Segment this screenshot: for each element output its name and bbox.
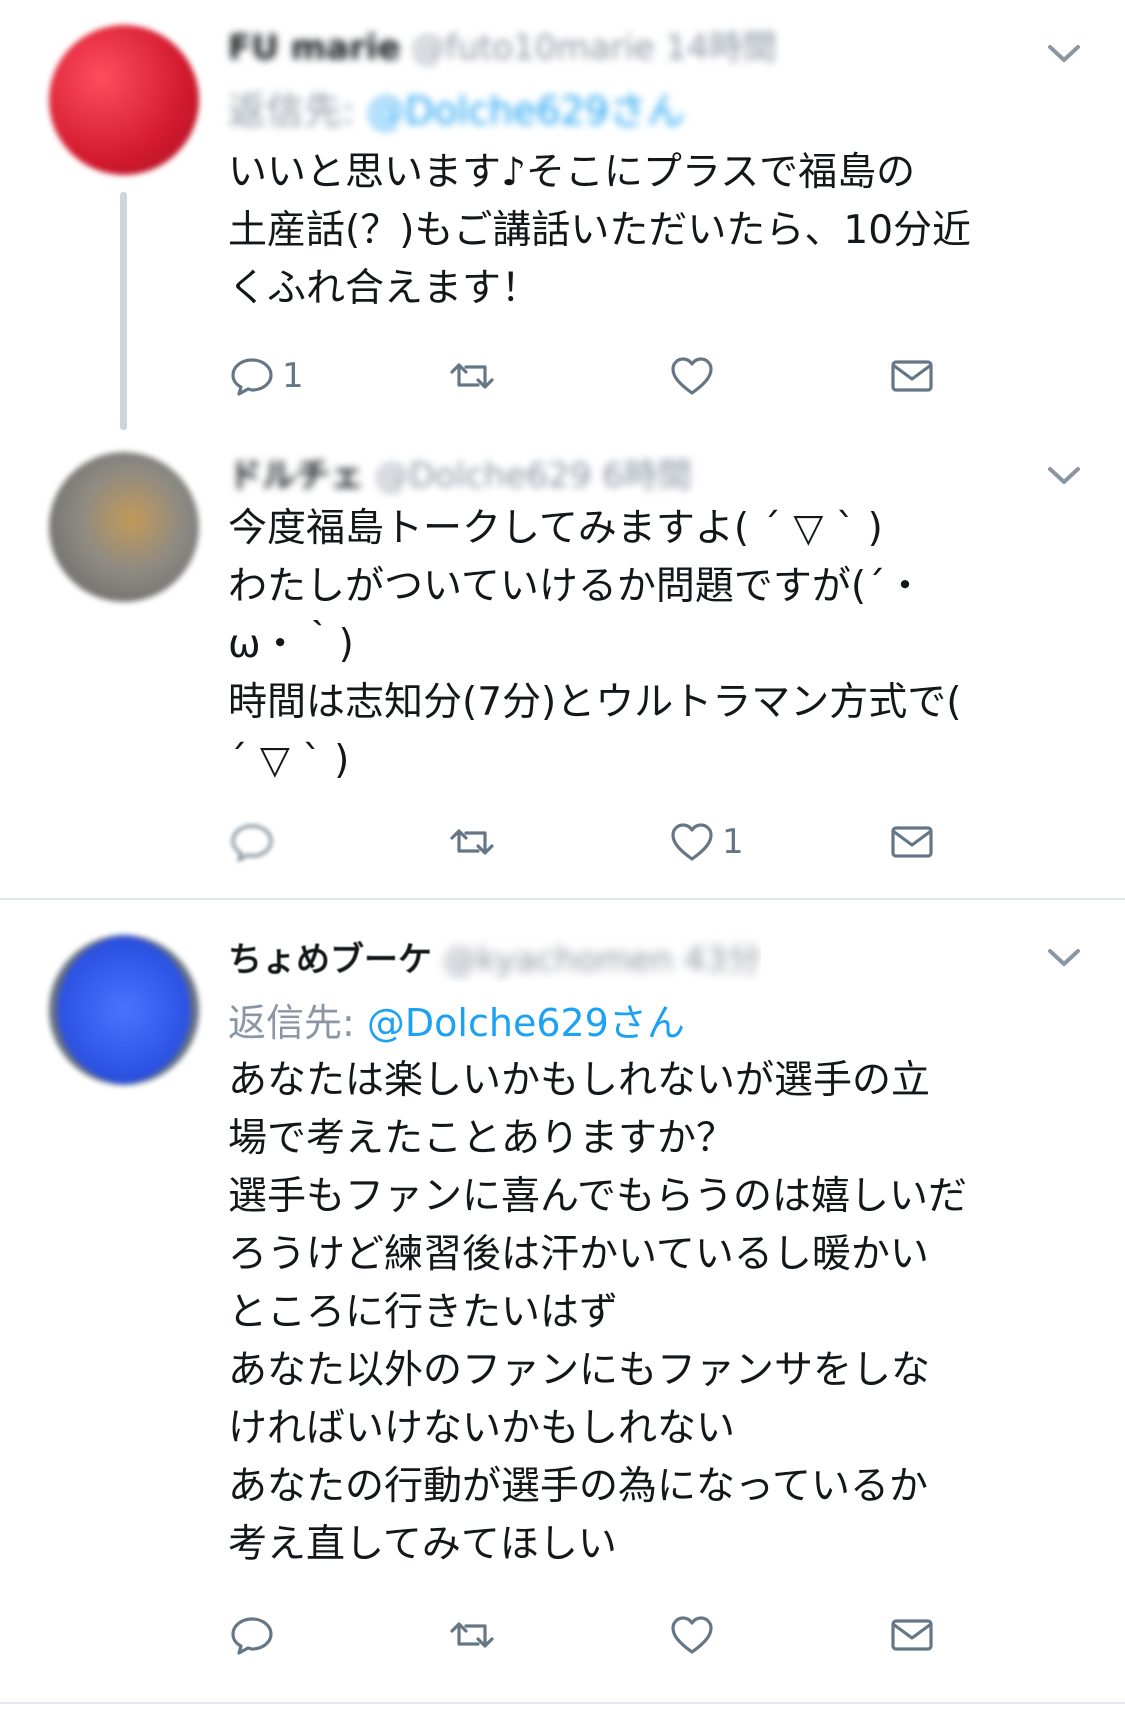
avatar[interactable] bbox=[49, 452, 199, 602]
dm-button[interactable] bbox=[888, 1611, 936, 1659]
display-name[interactable]: ちょめブーケ bbox=[228, 940, 432, 980]
reply-button[interactable] bbox=[228, 1611, 282, 1659]
dm-button[interactable] bbox=[888, 818, 936, 866]
tweet-3[interactable]: ちょめブーケ @kyachomen 43分 返信先: @Dolche629さん … bbox=[0, 900, 1125, 1700]
tweet-header: FU marie @futo10marie 14時間 bbox=[228, 20, 777, 70]
timestamp[interactable]: 6時間 bbox=[602, 456, 692, 496]
reply-icon bbox=[231, 824, 273, 862]
tweet-text: 今度福島トークしてみますよ( ´ ▽ ` ) わたしがついていけるか問題ですが(… bbox=[228, 506, 962, 783]
reply-button[interactable] bbox=[228, 818, 282, 866]
reply-to-handle[interactable]: @Dolche629さん bbox=[367, 1001, 685, 1045]
tweet-text: いいと思います♪そこにプラスで福島の 土産話(？)もご講話いただいたら、10分近… bbox=[228, 150, 972, 311]
like-button[interactable] bbox=[668, 1611, 722, 1659]
reply-icon bbox=[231, 358, 273, 396]
tweet-actions: 1 bbox=[228, 352, 988, 400]
reply-label: 返信先: bbox=[228, 1001, 355, 1045]
username[interactable]: @Dolche629 bbox=[375, 456, 591, 496]
dm-icon bbox=[891, 360, 933, 392]
tweet-actions: 1 bbox=[228, 818, 988, 866]
avatar[interactable] bbox=[49, 935, 199, 1085]
retweet-icon bbox=[450, 363, 494, 389]
avatar[interactable] bbox=[49, 25, 199, 175]
reply-count: 1 bbox=[282, 356, 304, 396]
like-icon bbox=[671, 357, 713, 395]
like-count: 1 bbox=[722, 822, 744, 862]
display-name[interactable]: FU marie bbox=[228, 28, 401, 68]
tweet-header: ドルチェ @Dolche629 6時間 bbox=[228, 448, 692, 498]
retweet-button[interactable] bbox=[448, 818, 502, 866]
tweet-text: あなたは楽しいかもしれないが選手の立 場で考えたことありますか？ 選手もファンに… bbox=[228, 1058, 968, 1567]
thread-line bbox=[120, 192, 127, 430]
chevron-down-icon[interactable] bbox=[1044, 460, 1084, 490]
dm-icon bbox=[891, 826, 933, 858]
like-icon bbox=[671, 823, 713, 861]
retweet-button[interactable] bbox=[448, 352, 502, 400]
tweet-header: ちょめブーケ @kyachomen 43分 bbox=[228, 932, 761, 982]
timestamp[interactable]: 43分 bbox=[684, 932, 761, 981]
chevron-down-icon[interactable] bbox=[1044, 942, 1084, 972]
dm-icon bbox=[891, 1619, 933, 1651]
like-button[interactable]: 1 bbox=[668, 818, 744, 866]
tweet-1[interactable]: FU marie @futo10marie 14時間 返信先: @Dolche6… bbox=[0, 0, 1125, 440]
username[interactable]: @kyachomen bbox=[443, 940, 673, 980]
reply-context: 返信先: @Dolche629さん bbox=[228, 992, 685, 1047]
username[interactable]: @futo10marie bbox=[411, 28, 654, 68]
dm-button[interactable] bbox=[888, 352, 936, 400]
chevron-down-icon[interactable] bbox=[1044, 38, 1084, 68]
divider bbox=[0, 1702, 1125, 1704]
reply-to-handle[interactable]: @Dolche629さん bbox=[367, 89, 685, 133]
tweet-actions bbox=[228, 1611, 988, 1659]
like-button[interactable] bbox=[668, 352, 722, 400]
reply-button[interactable]: 1 bbox=[228, 352, 304, 400]
display-name[interactable]: ドルチェ bbox=[228, 456, 364, 496]
retweet-icon bbox=[450, 829, 494, 855]
timestamp[interactable]: 14時間 bbox=[665, 28, 776, 68]
retweet-icon bbox=[450, 1622, 494, 1648]
reply-label: 返信先: bbox=[228, 89, 355, 133]
retweet-button[interactable] bbox=[448, 1611, 502, 1659]
reply-context: 返信先: @Dolche629さん bbox=[228, 80, 685, 135]
tweet-2[interactable]: ドルチェ @Dolche629 6時間 今度福島トークしてみますよ( ´ ▽ `… bbox=[0, 440, 1125, 900]
reply-icon bbox=[231, 1617, 273, 1655]
like-icon bbox=[671, 1616, 713, 1654]
